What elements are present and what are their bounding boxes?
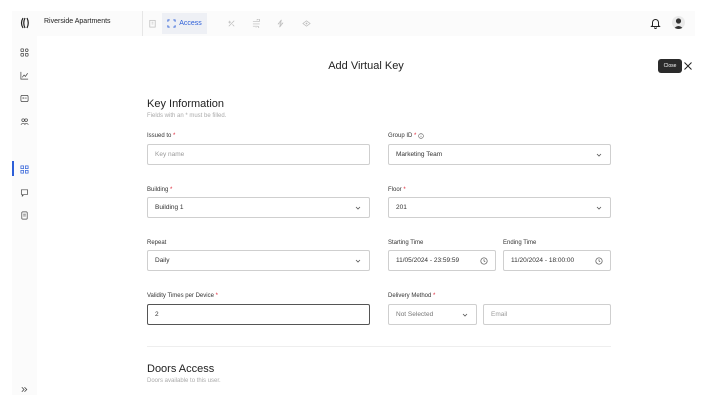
email-input[interactable] bbox=[491, 311, 610, 318]
close-icon bbox=[684, 62, 692, 70]
starting-time-field[interactable]: 11/05/2024 - 23:59:59 bbox=[388, 250, 496, 271]
floor-select[interactable]: 201 bbox=[388, 197, 611, 218]
issued-to-label: Issued to * bbox=[147, 133, 175, 139]
required-mark: * bbox=[403, 187, 406, 193]
doors-hint: Doors available to this user. bbox=[147, 378, 221, 384]
building-value: Building 1 bbox=[155, 204, 184, 211]
lightning-icon bbox=[277, 19, 283, 28]
required-mark: * bbox=[215, 293, 218, 299]
info-icon[interactable] bbox=[418, 133, 424, 139]
floor-label-text: Floor bbox=[388, 187, 402, 193]
group-id-value: Marketing Team bbox=[396, 151, 443, 158]
tab-climate[interactable] bbox=[246, 13, 266, 34]
page-title: Add Virtual Key bbox=[328, 60, 404, 72]
clock-icon[interactable] bbox=[480, 257, 488, 265]
repeat-label: Repeat bbox=[147, 240, 167, 246]
floor-value: 201 bbox=[396, 204, 407, 211]
validity-label-text: Validity Times per Device bbox=[147, 293, 214, 299]
doors-title: Doors Access bbox=[147, 363, 215, 375]
issued-to-input[interactable] bbox=[155, 151, 369, 158]
double-chevron-right-icon bbox=[21, 386, 27, 392]
required-mark: * bbox=[414, 133, 417, 139]
app-frame: Riverside Apartments Access Add Virtual … bbox=[12, 11, 695, 395]
close-button[interactable] bbox=[682, 60, 694, 72]
tab-access-label: Access bbox=[179, 20, 202, 27]
user-avatar-icon[interactable] bbox=[672, 16, 685, 29]
chevron-down-icon bbox=[355, 259, 361, 263]
tab-energy[interactable] bbox=[270, 13, 290, 34]
network-icon bbox=[301, 20, 311, 27]
chevron-down-icon bbox=[596, 153, 602, 157]
repeat-value: Daily bbox=[155, 257, 170, 264]
validity-value: 2 bbox=[155, 311, 159, 318]
key-info-title: Key Information bbox=[147, 98, 225, 110]
starting-time-label: Starting Time bbox=[388, 240, 424, 246]
close-tooltip: Close bbox=[658, 59, 682, 73]
sidebar-item-documents[interactable] bbox=[19, 210, 29, 220]
qr-icon bbox=[20, 165, 28, 173]
top-bar: Riverside Apartments Access bbox=[12, 11, 695, 36]
users-icon bbox=[20, 117, 29, 125]
tab-buildings[interactable] bbox=[142, 13, 162, 34]
chat-icon bbox=[20, 188, 28, 197]
group-id-select[interactable]: Marketing Team bbox=[388, 144, 611, 165]
logo-icon[interactable] bbox=[20, 17, 30, 29]
sidebar bbox=[12, 36, 37, 395]
required-mark: * bbox=[173, 133, 176, 139]
chevron-down-icon bbox=[596, 206, 602, 210]
wind-icon bbox=[252, 19, 260, 28]
repeat-select[interactable]: Daily bbox=[147, 250, 370, 271]
tab-tools[interactable] bbox=[221, 13, 241, 34]
sidebar-expand-button[interactable] bbox=[19, 384, 29, 394]
required-mark: * bbox=[170, 187, 173, 193]
avatar-glyph bbox=[673, 18, 684, 29]
sidebar-item-messages[interactable] bbox=[19, 187, 29, 197]
ending-time-label: Ending Time bbox=[503, 240, 537, 246]
starting-time-value: 11/05/2024 - 23:59:59 bbox=[396, 257, 460, 264]
issued-to-field[interactable] bbox=[147, 144, 370, 165]
delivery-label: Delivery Method * bbox=[388, 293, 435, 299]
key-info-hint: Fields with an * must be filled. bbox=[147, 113, 227, 119]
sidebar-item-devices[interactable] bbox=[19, 93, 29, 103]
section-divider bbox=[147, 346, 611, 347]
document-icon bbox=[20, 211, 28, 219]
required-mark: * bbox=[433, 293, 436, 299]
email-field[interactable] bbox=[483, 304, 611, 325]
bell-icon[interactable] bbox=[650, 17, 661, 29]
sidebar-item-residents[interactable] bbox=[19, 116, 29, 126]
chevron-down-icon bbox=[462, 313, 468, 317]
validity-input[interactable]: 2 bbox=[147, 304, 370, 325]
app-title[interactable]: Riverside Apartments bbox=[44, 18, 111, 25]
building-icon bbox=[148, 19, 156, 28]
delivery-method-select[interactable]: Not Selected bbox=[388, 304, 477, 325]
sidebar-active-indicator bbox=[12, 161, 14, 176]
issued-to-label-text: Issued to bbox=[147, 133, 172, 139]
sidebar-item-analytics[interactable] bbox=[19, 70, 29, 80]
tools-icon bbox=[227, 20, 234, 27]
group-id-label: Group ID * bbox=[388, 133, 424, 139]
group-id-label-text: Group ID bbox=[388, 133, 413, 139]
chevron-down-icon bbox=[355, 206, 361, 210]
main-content: Add Virtual Key Close Key Information Fi… bbox=[37, 36, 695, 395]
chart-icon bbox=[20, 71, 28, 79]
validity-label: Validity Times per Device * bbox=[147, 293, 218, 299]
ending-time-value: 11/20/2024 - 18:00:00 bbox=[511, 257, 575, 264]
tab-access[interactable]: Access bbox=[162, 13, 207, 34]
sidebar-item-access[interactable] bbox=[19, 164, 29, 174]
building-label: Building * bbox=[147, 187, 172, 193]
building-label-text: Building bbox=[147, 187, 169, 193]
device-icon bbox=[20, 94, 28, 102]
delivery-method-value: Not Selected bbox=[396, 311, 434, 318]
clock-icon[interactable] bbox=[595, 257, 603, 265]
floor-label: Floor * bbox=[388, 187, 406, 193]
tab-network[interactable] bbox=[295, 13, 317, 34]
grid-icon bbox=[20, 48, 28, 56]
delivery-label-text: Delivery Method bbox=[388, 293, 432, 299]
sidebar-item-dashboard[interactable] bbox=[19, 47, 29, 57]
scan-icon bbox=[167, 19, 176, 28]
ending-time-field[interactable]: 11/20/2024 - 18:00:00 bbox=[503, 250, 611, 271]
building-select[interactable]: Building 1 bbox=[147, 197, 370, 218]
